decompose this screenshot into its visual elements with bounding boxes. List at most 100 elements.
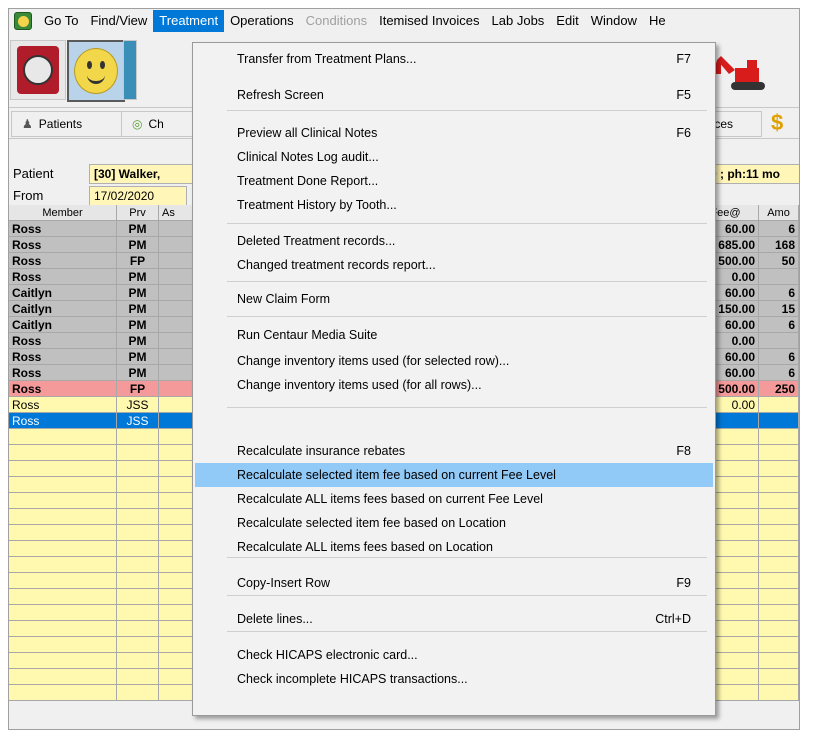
charting-tab[interactable]: ◎ Ch — [121, 111, 193, 137]
table-cell-prv[interactable] — [117, 541, 159, 557]
menu-goto[interactable]: Go To — [38, 10, 84, 32]
table-cell-amo[interactable]: 168 — [759, 237, 799, 253]
excavator-icon[interactable] — [713, 54, 773, 94]
table-cell-member[interactable] — [9, 637, 117, 653]
table-cell-member[interactable]: Caitlyn — [9, 301, 117, 317]
treatment-menu-item[interactable]: Recalculate ALL items fees based on Loca… — [195, 535, 713, 559]
table-cell-member[interactable] — [9, 509, 117, 525]
menu-help[interactable]: He — [643, 10, 672, 32]
table-cell-member[interactable] — [9, 589, 117, 605]
table-cell-member[interactable]: Ross — [9, 253, 117, 269]
table-cell-amo[interactable]: 6 — [759, 317, 799, 333]
table-cell-member[interactable] — [9, 429, 117, 445]
table-cell-member[interactable] — [9, 541, 117, 557]
table-cell-prv[interactable] — [117, 653, 159, 669]
table-cell-amo[interactable] — [759, 509, 799, 525]
treatment-menu-item[interactable]: Transfer from Treatment Plans... F7 — [195, 47, 713, 71]
table-cell-amo[interactable] — [759, 269, 799, 285]
table-cell-prv[interactable]: JSS — [117, 413, 159, 429]
table-cell-amo[interactable] — [759, 525, 799, 541]
treatment-menu-item[interactable]: Change inventory items used (for all row… — [195, 373, 713, 397]
treatment-menu-item[interactable]: Deleted Treatment records... — [195, 229, 713, 253]
table-cell-member[interactable] — [9, 461, 117, 477]
table-cell-member[interactable] — [9, 685, 117, 701]
treatment-menu-item[interactable]: Recalculate selected item fee based on c… — [195, 463, 713, 487]
table-cell-prv[interactable] — [117, 557, 159, 573]
table-cell-amo[interactable] — [759, 445, 799, 461]
menu-edit[interactable]: Edit — [550, 10, 584, 32]
treatment-menu-item[interactable]: Treatment Done Report... — [195, 169, 713, 193]
table-cell-amo[interactable] — [759, 653, 799, 669]
table-cell-amo[interactable]: 50 — [759, 253, 799, 269]
appointment-book-button[interactable] — [10, 40, 66, 100]
treatment-menu-item[interactable]: Change inventory items used (for selecte… — [195, 349, 713, 373]
patients-tab[interactable]: ♟ Patients — [11, 111, 123, 137]
table-cell-prv[interactable]: PM — [117, 301, 159, 317]
treatment-menu-item[interactable]: Changed treatment records report... — [195, 253, 713, 277]
table-cell-prv[interactable] — [117, 525, 159, 541]
table-cell-member[interactable] — [9, 557, 117, 573]
table-cell-amo[interactable] — [759, 669, 799, 685]
table-cell-prv[interactable]: JSS — [117, 397, 159, 413]
table-cell-prv[interactable]: PM — [117, 317, 159, 333]
table-cell-amo[interactable] — [759, 541, 799, 557]
menu-operations[interactable]: Operations — [224, 10, 300, 32]
table-cell-prv[interactable] — [117, 669, 159, 685]
table-cell-amo[interactable] — [759, 397, 799, 413]
table-cell-prv[interactable]: FP — [117, 253, 159, 269]
menu-itemised-invoices[interactable]: Itemised Invoices — [373, 10, 485, 32]
treatment-menu-item[interactable]: New Claim Form — [195, 287, 713, 311]
table-cell-amo[interactable]: 6 — [759, 349, 799, 365]
table-cell-prv[interactable] — [117, 493, 159, 509]
treatment-menu-item[interactable]: Copy-Insert Row F9 — [195, 571, 713, 595]
table-cell-member[interactable] — [9, 621, 117, 637]
table-cell-prv[interactable]: PM — [117, 237, 159, 253]
table-cell-amo[interactable] — [759, 605, 799, 621]
table-cell-member[interactable] — [9, 653, 117, 669]
table-cell-member[interactable] — [9, 445, 117, 461]
table-cell-member[interactable]: Ross — [9, 381, 117, 397]
patient-field[interactable]: [30] Walker, — [89, 164, 195, 184]
table-cell-member[interactable]: Ross — [9, 269, 117, 285]
table-cell-prv[interactable] — [117, 573, 159, 589]
table-cell-amo[interactable] — [759, 461, 799, 477]
table-cell-prv[interactable] — [117, 685, 159, 701]
table-cell-member[interactable]: Ross — [9, 349, 117, 365]
table-cell-prv[interactable] — [117, 637, 159, 653]
table-cell-member[interactable] — [9, 493, 117, 509]
header-amount[interactable]: Amo — [759, 205, 799, 221]
menu-findview[interactable]: Find/View — [84, 10, 153, 32]
table-cell-amo[interactable]: 6 — [759, 365, 799, 381]
table-cell-amo[interactable] — [759, 573, 799, 589]
table-cell-prv[interactable] — [117, 589, 159, 605]
table-cell-amo[interactable]: 15 — [759, 301, 799, 317]
header-member[interactable]: Member — [9, 205, 117, 221]
table-cell-amo[interactable] — [759, 477, 799, 493]
toolbar-partial-button[interactable] — [123, 40, 137, 100]
table-cell-amo[interactable] — [759, 589, 799, 605]
table-cell-member[interactable]: Ross — [9, 365, 117, 381]
table-cell-prv[interactable]: PM — [117, 333, 159, 349]
treatment-menu-item[interactable]: Treatment History by Tooth... — [195, 193, 713, 217]
treatment-menu-item[interactable]: Refresh Screen F5 — [195, 83, 713, 107]
table-cell-member[interactable]: Ross — [9, 237, 117, 253]
table-cell-prv[interactable] — [117, 621, 159, 637]
menu-lab-jobs[interactable]: Lab Jobs — [486, 10, 551, 32]
table-cell-prv[interactable]: PM — [117, 349, 159, 365]
table-cell-amo[interactable]: 250 — [759, 381, 799, 397]
table-cell-member[interactable] — [9, 525, 117, 541]
table-cell-prv[interactable] — [117, 509, 159, 525]
table-cell-prv[interactable]: FP — [117, 381, 159, 397]
patient-smiley-button[interactable] — [67, 40, 125, 102]
dollar-icon[interactable]: $ — [771, 110, 783, 136]
table-cell-prv[interactable] — [117, 477, 159, 493]
table-cell-prv[interactable]: PM — [117, 221, 159, 237]
treatment-menu-item[interactable]: Recalculate ALL items fees based on curr… — [195, 487, 713, 511]
table-cell-amo[interactable] — [759, 637, 799, 653]
header-prv[interactable]: Prv — [117, 205, 159, 221]
table-cell-member[interactable] — [9, 573, 117, 589]
table-cell-member[interactable]: Ross — [9, 333, 117, 349]
treatment-menu-item[interactable]: Preview all Clinical Notes F6 — [195, 121, 713, 145]
from-date-field[interactable]: 17/02/2020 — [89, 186, 187, 206]
table-cell-amo[interactable] — [759, 413, 799, 429]
